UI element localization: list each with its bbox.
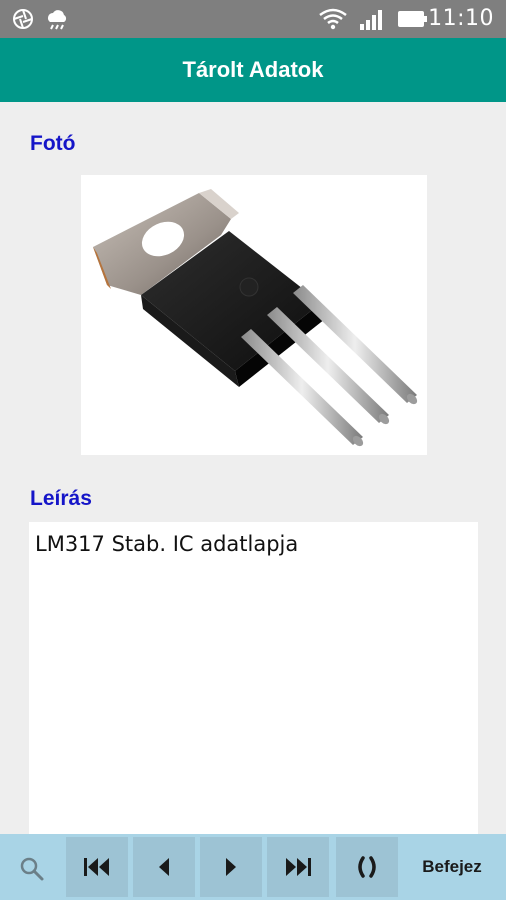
wifi-icon — [318, 8, 348, 35]
finish-button[interactable]: Befejez — [402, 837, 502, 897]
description-label: Leírás — [30, 487, 92, 510]
page-title: Tárolt Adatok — [182, 57, 324, 82]
description-value: LM317 Stab. IC adatlapja — [35, 532, 299, 556]
component-photo — [93, 189, 418, 447]
search-button[interactable] — [14, 851, 50, 887]
first-record-button[interactable] — [66, 837, 128, 897]
refresh-icon — [358, 856, 376, 878]
status-bar: 11:10 — [0, 0, 506, 38]
app-header: Tárolt Adatok — [0, 38, 506, 102]
bottom-toolbar: Befejez — [0, 834, 506, 900]
refresh-button[interactable] — [336, 837, 398, 897]
next-record-button[interactable] — [200, 837, 262, 897]
signal-icon — [358, 8, 384, 35]
weather-icon — [44, 8, 70, 35]
last-record-icon — [286, 858, 311, 876]
aperture-icon — [12, 8, 34, 35]
last-record-button[interactable] — [267, 837, 329, 897]
photo-label: Fotó — [30, 132, 76, 155]
battery-icon — [398, 11, 428, 32]
previous-record-button[interactable] — [133, 837, 195, 897]
status-time: 11:10 — [428, 6, 494, 31]
next-record-icon — [226, 858, 236, 876]
search-icon — [20, 857, 44, 881]
previous-record-icon — [159, 858, 169, 876]
first-record-icon — [84, 858, 109, 876]
description-field[interactable]: LM317 Stab. IC adatlapja — [29, 522, 478, 834]
photo-frame[interactable] — [81, 175, 427, 455]
